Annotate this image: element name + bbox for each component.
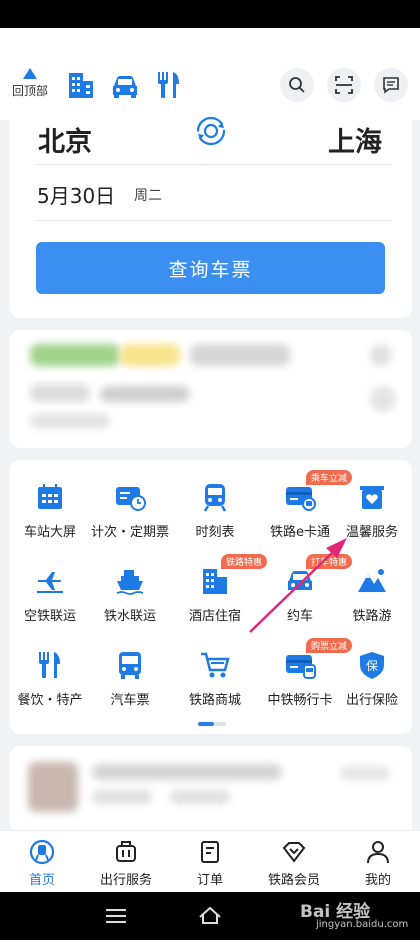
fork-knife-icon (33, 648, 67, 682)
bus-icon (113, 648, 147, 682)
service-label: 铁路商城 (188, 693, 241, 708)
to-city[interactable]: 上海 (328, 120, 382, 159)
suitcase-icon (116, 841, 136, 862)
service-item[interactable]: 空铁联运 (8, 564, 92, 624)
order-icon (201, 841, 219, 863)
from-city[interactable]: 北京 (38, 120, 92, 159)
car-icon[interactable] (110, 72, 140, 104)
service-item[interactable]: 铁水联运 (88, 564, 172, 624)
divider (36, 164, 392, 165)
service-item[interactable]: 铁路游 (330, 564, 414, 624)
search-button[interactable] (280, 68, 314, 102)
blurred-promo-card (10, 330, 412, 448)
swap-icon (196, 116, 226, 146)
service-label: 餐饮・特产 (17, 693, 83, 708)
services-grid: 车站大屏 计次・定期票 时刻表 乘车立减 铁路e卡通 温馨服务 空铁联运 铁水联… (10, 460, 412, 734)
page-dot (214, 722, 226, 726)
service-label: 计次・定期票 (90, 525, 169, 540)
travel-date[interactable]: 5月30日 (37, 180, 115, 209)
service-item[interactable]: 铁路特惠 酒店住宿 (173, 554, 268, 624)
tab-label: 铁路会员 (267, 873, 320, 888)
system-nav-bar: Bai 经验 jingyan.baidu.com (0, 892, 420, 940)
train-icon (198, 480, 232, 514)
tab-profile[interactable]: 我的 (336, 839, 420, 888)
heart-box-icon (355, 480, 389, 514)
tab-label: 订单 (196, 873, 223, 888)
tab-label: 出行服务 (99, 873, 152, 888)
shield-icon: 保 (355, 648, 389, 682)
weekday: 周二 (134, 188, 162, 204)
service-label: 酒店住宿 (188, 609, 241, 624)
service-label: 铁路e卡通 (270, 525, 330, 540)
service-label: 中铁畅行卡 (267, 693, 333, 708)
service-item[interactable]: 时刻表 (173, 480, 257, 540)
home-train-icon (29, 839, 55, 865)
search-icon (289, 77, 305, 93)
search-tickets-button[interactable]: 查询车票 (36, 242, 385, 294)
service-label: 出行保险 (345, 693, 398, 708)
fork-knife-icon[interactable] (156, 70, 182, 104)
service-label: 车站大屏 (23, 525, 76, 540)
message-icon (383, 77, 399, 94)
ship-icon (113, 564, 147, 598)
mountain-icon (355, 564, 389, 598)
back-to-top-label: 回顶部 (12, 84, 49, 98)
svg-text:保: 保 (366, 659, 378, 673)
ticket-search-card: 北京 上海 5月30日 周二 查询车票 (10, 110, 412, 318)
service-label: 约车 (286, 609, 313, 624)
tab-travel-services[interactable]: 出行服务 (84, 839, 168, 888)
blurred-news-card (10, 746, 412, 836)
calendar-board-icon (33, 480, 67, 514)
message-button[interactable] (374, 68, 408, 102)
watermark-url: jingyan.baidu.com (316, 919, 409, 930)
service-item[interactable]: 餐饮・特产 (8, 648, 92, 708)
top-header: 回顶部 (0, 28, 420, 120)
cart-icon (198, 648, 232, 682)
service-item[interactable]: 车站大屏 (8, 480, 92, 540)
service-label: 温馨服务 (345, 525, 398, 540)
menu-icon[interactable] (106, 908, 126, 928)
back-to-top-button[interactable]: 回顶部 (12, 68, 48, 99)
card-train-icon (283, 648, 317, 682)
tab-orders[interactable]: 订单 (168, 839, 252, 888)
service-label: 铁水联运 (103, 609, 156, 624)
service-label: 时刻表 (195, 525, 235, 540)
hotel-building-icon[interactable] (66, 70, 96, 104)
status-bar (0, 0, 420, 28)
service-item[interactable]: 温馨服务 (330, 480, 414, 540)
service-label: 铁路游 (352, 609, 392, 624)
tab-membership[interactable]: 铁路会员 (252, 839, 336, 888)
ticket-clock-icon (113, 480, 147, 514)
home-icon[interactable] (198, 905, 222, 929)
scan-icon (335, 76, 353, 94)
arrow-up-icon (23, 68, 37, 79)
car-icon (283, 564, 317, 598)
service-item[interactable]: 汽车票 (88, 648, 172, 708)
card-icon (283, 480, 317, 514)
service-label: 汽车票 (110, 693, 150, 708)
tab-home[interactable]: 首页 (0, 839, 84, 888)
bottom-tab-bar: 首页 出行服务 订单 铁路会员 我的 (0, 830, 420, 892)
hotel-icon (198, 564, 232, 598)
service-label: 空铁联运 (23, 609, 76, 624)
divider (36, 220, 392, 221)
diamond-icon (282, 842, 306, 863)
page-dot-active (198, 722, 214, 726)
plane-icon (33, 564, 67, 598)
service-item[interactable]: 铁路商城 (173, 648, 257, 708)
swap-cities-button[interactable] (194, 114, 228, 152)
user-icon (367, 841, 389, 864)
page-indicator (198, 722, 226, 726)
tab-label: 我的 (364, 873, 391, 888)
service-item[interactable]: 保 出行保险 (330, 648, 414, 708)
scan-button[interactable] (327, 68, 361, 102)
service-item[interactable]: 计次・定期票 (88, 480, 172, 540)
tab-label: 首页 (28, 873, 55, 888)
